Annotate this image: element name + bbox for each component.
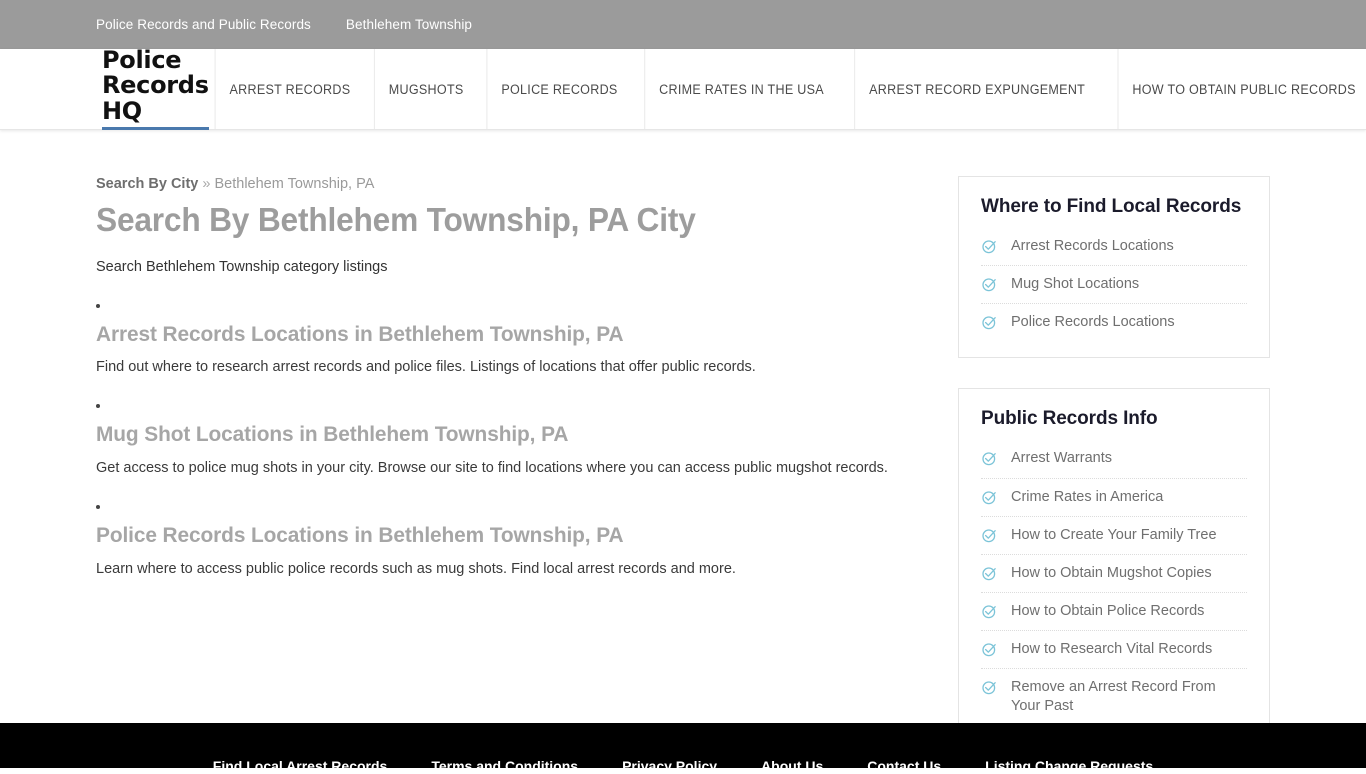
site-header: Police Records HQ ARREST RECORDS MUGSHOT… bbox=[0, 48, 1366, 130]
breadcrumb-separator: » bbox=[202, 176, 211, 192]
bullet-icon bbox=[96, 303, 100, 308]
content-entry: Police Records Locations in Bethlehem To… bbox=[96, 504, 896, 581]
nav-item-police-records[interactable]: POLICE RECORDS bbox=[486, 49, 632, 129]
entry-description: Learn where to access public police reco… bbox=[96, 560, 736, 577]
page-intro-text: Search Bethlehem Township category listi… bbox=[96, 258, 388, 275]
sidebar-link-how-to-research-vital-records[interactable]: How to Research Vital Records bbox=[1011, 640, 1212, 659]
site-footer: Find Local Arrest Records Terms and Cond… bbox=[0, 723, 1366, 774]
footer-navigation: Find Local Arrest Records Terms and Cond… bbox=[0, 723, 1366, 774]
content-entry: Mug Shot Locations in Bethlehem Township… bbox=[96, 404, 896, 480]
footer-link-privacy-policy[interactable]: Privacy Policy bbox=[622, 758, 717, 774]
sidebar-link-police-records-locations[interactable]: Police Records Locations bbox=[1011, 313, 1175, 332]
check-circle-icon bbox=[981, 641, 998, 658]
sidebar-link-crime-rates-in-america[interactable]: Crime Rates in America bbox=[1011, 488, 1163, 507]
logo-container: Police Records HQ bbox=[0, 48, 209, 130]
check-circle-icon bbox=[981, 603, 998, 620]
entry-title-police-records[interactable]: Police Records Locations in Bethlehem To… bbox=[96, 523, 872, 549]
list-item[interactable]: Mug Shot Locations bbox=[981, 266, 1247, 305]
list-item[interactable]: How to Obtain Police Records bbox=[981, 593, 1247, 631]
nav-item-arrest-records[interactable]: ARREST RECORDS bbox=[214, 49, 364, 129]
check-circle-icon bbox=[981, 314, 998, 331]
list-item[interactable]: Crime Rates in America bbox=[981, 479, 1247, 517]
widget-list: Arrest Warrants Crime Rates in America H… bbox=[981, 440, 1247, 725]
page-body: Search By City » Bethlehem Township, PA … bbox=[0, 130, 1366, 743]
topbar-link-site[interactable]: Police Records and Public Records bbox=[96, 17, 311, 32]
footer-link-terms-and-conditions[interactable]: Terms and Conditions bbox=[431, 758, 578, 774]
sidebar-link-arrest-warrants[interactable]: Arrest Warrants bbox=[1011, 449, 1112, 468]
breadcrumb: Search By City » Bethlehem Township, PA bbox=[96, 176, 896, 192]
breadcrumb-current: Bethlehem Township, PA bbox=[214, 176, 375, 192]
sidebar: Where to Find Local Records Arrest Recor… bbox=[958, 176, 1270, 743]
topbar-link-location[interactable]: Bethlehem Township bbox=[346, 17, 472, 32]
footer-link-about-us[interactable]: About Us bbox=[761, 758, 823, 774]
widget-title: Public Records Info bbox=[981, 408, 1158, 430]
widget-title: Where to Find Local Records bbox=[981, 196, 1242, 217]
top-utility-bar: Police Records and Public Records Bethle… bbox=[0, 0, 1366, 49]
check-circle-icon bbox=[981, 450, 998, 467]
sidebar-link-mug-shot-locations[interactable]: Mug Shot Locations bbox=[1011, 275, 1139, 294]
nav-item-mugshots[interactable]: MUGSHOTS bbox=[373, 49, 478, 129]
footer-link-listing-change-requests[interactable]: Listing Change Requests bbox=[985, 758, 1153, 774]
entry-title-mug-shot[interactable]: Mug Shot Locations in Bethlehem Township… bbox=[96, 422, 872, 448]
list-item[interactable]: How to Obtain Mugshot Copies bbox=[981, 555, 1247, 593]
list-item[interactable]: How to Research Vital Records bbox=[981, 631, 1247, 670]
content-entry: Arrest Records Locations in Bethlehem To… bbox=[96, 303, 896, 380]
sidebar-link-remove-an-arrest-record[interactable]: Remove an Arrest Record From Your Past bbox=[1011, 678, 1247, 716]
list-item[interactable]: Arrest Records Locations bbox=[981, 228, 1247, 267]
check-circle-icon bbox=[981, 238, 998, 255]
check-circle-icon bbox=[981, 565, 998, 582]
list-item[interactable]: Police Records Locations bbox=[981, 304, 1247, 341]
bullet-icon bbox=[96, 404, 100, 409]
entry-description: Find out where to research arrest record… bbox=[96, 359, 756, 376]
main-content: Search By City » Bethlehem Township, PA … bbox=[96, 176, 896, 723]
check-circle-icon bbox=[981, 527, 998, 544]
sidebar-link-how-to-create-your-family-tree[interactable]: How to Create Your Family Tree bbox=[1011, 526, 1217, 545]
site-logo[interactable]: Police Records HQ bbox=[102, 48, 209, 130]
nav-item-crime-rates-in-the-usa[interactable]: CRIME RATES IN THE USA bbox=[644, 49, 838, 129]
footer-link-find-local-arrest-records[interactable]: Find Local Arrest Records bbox=[213, 758, 388, 774]
check-circle-icon bbox=[981, 276, 998, 293]
sidebar-link-how-to-obtain-police-records[interactable]: How to Obtain Police Records bbox=[1011, 602, 1204, 621]
sidebar-link-arrest-records-locations[interactable]: Arrest Records Locations bbox=[1011, 237, 1174, 256]
widget-where-to-find-local-records: Where to Find Local Records Arrest Recor… bbox=[958, 176, 1270, 359]
main-navigation: ARREST RECORDS MUGSHOTS POLICE RECORDS C… bbox=[209, 49, 1366, 129]
widget-list: Arrest Records Locations Mug Shot Locati… bbox=[981, 228, 1247, 341]
check-circle-icon bbox=[981, 489, 998, 506]
nav-item-how-to-obtain-public-records[interactable]: HOW TO OBTAIN PUBLIC RECORDS bbox=[1117, 49, 1366, 129]
breadcrumb-root-link[interactable]: Search By City bbox=[96, 176, 198, 192]
widget-public-records-info: Public Records Info Arrest Warrants Crim… bbox=[958, 388, 1270, 743]
footer-link-contact-us[interactable]: Contact Us bbox=[867, 758, 941, 774]
entry-title-arrest-records[interactable]: Arrest Records Locations in Bethlehem To… bbox=[96, 322, 872, 348]
entry-description: Get access to police mug shots in your c… bbox=[96, 460, 888, 477]
page-title: Search By Bethlehem Township, PA City bbox=[96, 201, 696, 238]
list-item[interactable]: Arrest Warrants bbox=[981, 440, 1247, 479]
list-item[interactable]: How to Create Your Family Tree bbox=[981, 517, 1247, 555]
bullet-icon bbox=[96, 504, 100, 509]
list-item[interactable]: Remove an Arrest Record From Your Past bbox=[981, 669, 1247, 725]
sidebar-link-how-to-obtain-mugshot-copies[interactable]: How to Obtain Mugshot Copies bbox=[1011, 564, 1212, 583]
check-circle-icon bbox=[981, 679, 998, 696]
nav-item-arrest-record-expungement[interactable]: ARREST RECORD EXPUNGEMENT bbox=[854, 49, 1099, 129]
